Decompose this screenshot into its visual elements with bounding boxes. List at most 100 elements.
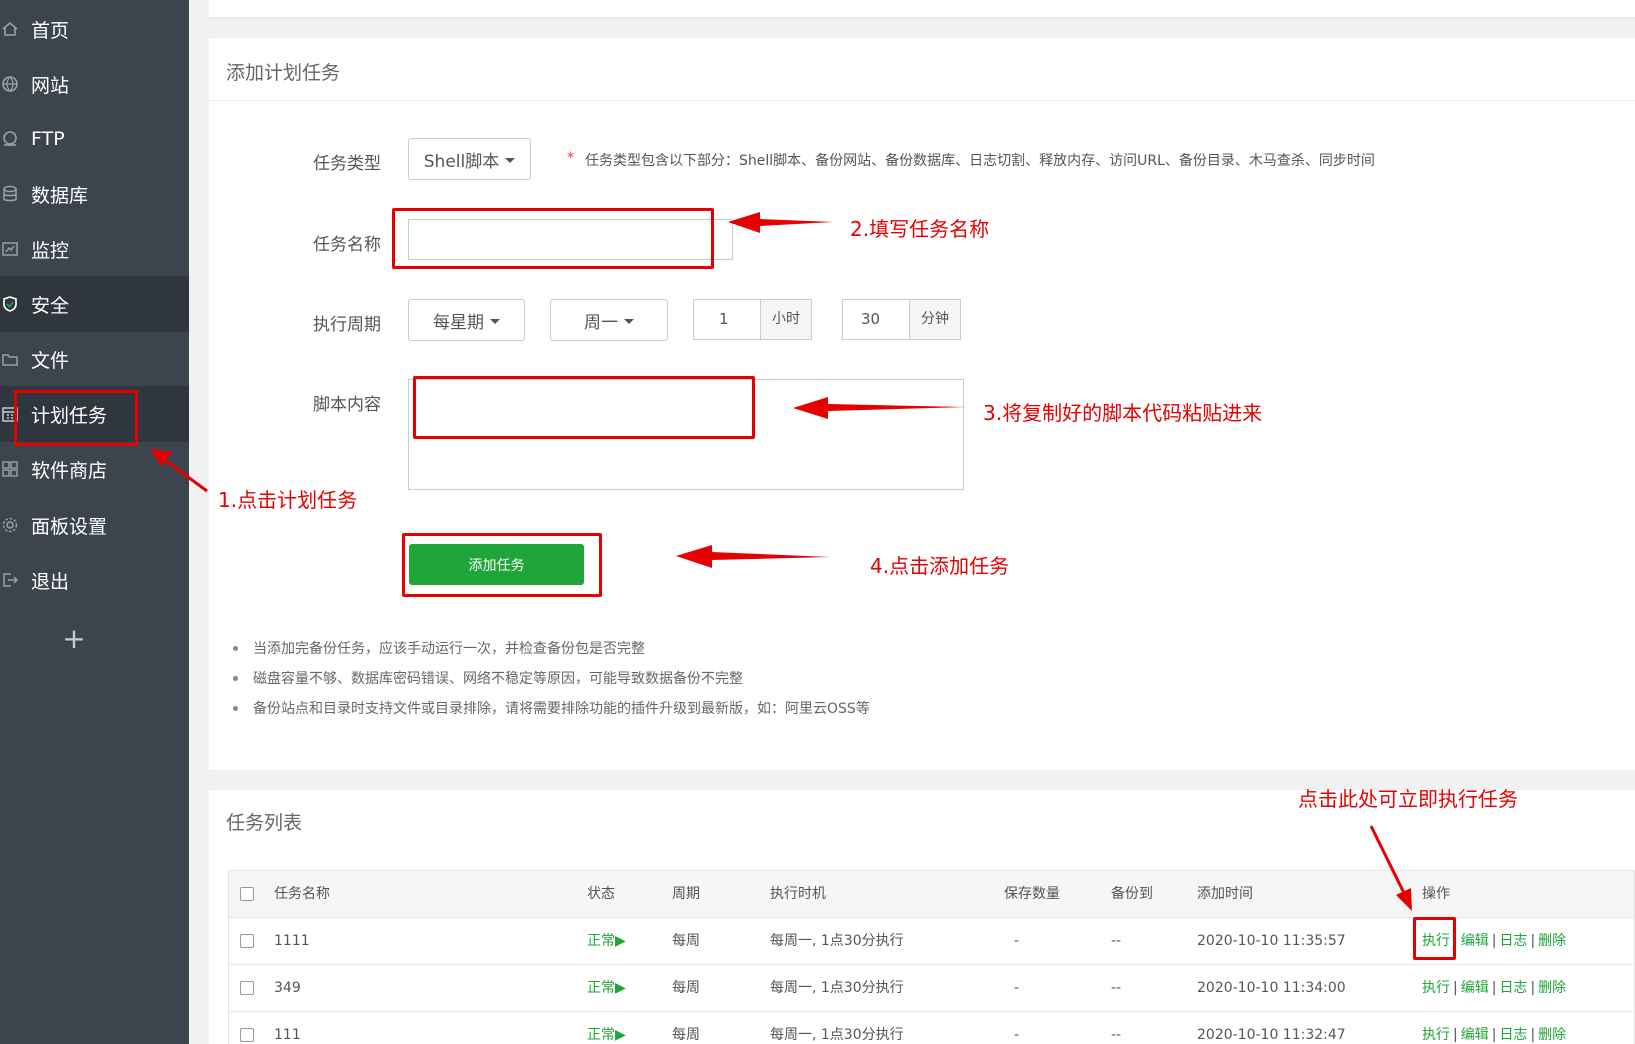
caret-down-icon xyxy=(505,157,516,163)
hour-input[interactable]: 1 xyxy=(694,300,761,339)
sidebar-item-label: FTP xyxy=(31,128,65,150)
added-time-cell: 2020-10-10 11:35:57 xyxy=(1197,933,1346,949)
separator: | xyxy=(1530,980,1536,996)
hour-unit: 小时 xyxy=(761,300,811,339)
logout-icon xyxy=(0,570,20,590)
script-label: 脚本内容 xyxy=(313,395,381,415)
shield-icon xyxy=(0,294,20,314)
row-checkbox[interactable] xyxy=(240,1028,254,1042)
sidebar-item-database[interactable]: 数据库 xyxy=(0,166,189,222)
annotation-box-cron-menu xyxy=(14,390,138,446)
run-link[interactable]: 执行 xyxy=(1422,1027,1450,1043)
timing-cell: 每周一, 1点30分执行 xyxy=(770,980,904,996)
column-header: 周期 xyxy=(672,886,700,902)
annotation-step4: 4.点击添加任务 xyxy=(870,554,1010,578)
status-cell[interactable]: 正常▶ xyxy=(587,965,626,1011)
timing-cell: 每周一, 1点30分执行 xyxy=(770,1027,904,1043)
minute-input[interactable]: 30 xyxy=(843,300,910,339)
log-link[interactable]: 日志 xyxy=(1499,1027,1527,1043)
annotation-box-script xyxy=(413,376,755,439)
edit-link[interactable]: 编辑 xyxy=(1461,1027,1489,1043)
table-row: 349 正常▶ 每周 每周一, 1点30分执行 - -- 2020-10-10 … xyxy=(229,965,1634,1012)
task-type-value: Shell脚本 xyxy=(423,151,500,172)
sidebar-item-home[interactable]: 首页 xyxy=(0,1,189,57)
sidebar-item-label: 软件商店 xyxy=(31,459,108,482)
log-link[interactable]: 日志 xyxy=(1499,933,1527,949)
period-select[interactable]: 每星期 xyxy=(408,299,525,341)
sidebar-item-website[interactable]: 网站 xyxy=(0,56,189,112)
sidebar-item-label: 首页 xyxy=(31,19,70,42)
row-checkbox[interactable] xyxy=(240,934,254,948)
delete-link[interactable]: 删除 xyxy=(1538,980,1566,996)
status-cell[interactable]: 正常▶ xyxy=(587,1012,626,1044)
sidebar-item-logout[interactable]: 退出 xyxy=(0,552,189,608)
sidebar: 首页 网站 FTP 数据库 监控 安全 文件 计划任务 软件商店 面板设置 退出… xyxy=(0,0,189,1044)
sidebar-item-app-store[interactable]: 软件商店 xyxy=(0,441,189,497)
run-link[interactable]: 执行 xyxy=(1422,980,1450,996)
column-header: 操作 xyxy=(1422,886,1450,902)
annotation-step3: 3.将复制好的脚本代码粘贴进来 xyxy=(983,401,1263,425)
sidebar-item-label: 面板设置 xyxy=(31,515,108,538)
hour-input-group: 1 小时 xyxy=(693,299,812,340)
keep-cell: - xyxy=(1014,980,1020,996)
task-name-cell: 349 xyxy=(274,980,301,996)
sidebar-item-label: 退出 xyxy=(31,570,70,593)
annotation-box-run xyxy=(1413,917,1456,960)
sidebar-item-monitor[interactable]: 监控 xyxy=(0,221,189,277)
column-header: 任务名称 xyxy=(274,886,330,902)
column-header: 备份到 xyxy=(1111,886,1153,902)
status-cell[interactable]: 正常▶ xyxy=(587,918,626,964)
sidebar-item-label: 网站 xyxy=(31,74,70,97)
keep-cell: - xyxy=(1014,933,1020,949)
sidebar-item-security[interactable]: 安全 xyxy=(0,276,189,332)
annotation-box-submit xyxy=(402,533,602,597)
sidebar-item-panel-settings[interactable]: 面板设置 xyxy=(0,497,189,553)
panel-title: 添加计划任务 xyxy=(226,62,341,84)
separator: | xyxy=(1491,980,1497,996)
add-shortcut-button[interactable]: + xyxy=(62,625,86,653)
period-value: 每星期 xyxy=(433,312,484,333)
column-header: 执行时机 xyxy=(770,886,826,902)
required-star: * xyxy=(567,150,574,166)
edit-link[interactable]: 编辑 xyxy=(1461,933,1489,949)
task-name-cell: 111 xyxy=(274,1027,301,1043)
grid-icon xyxy=(0,459,20,479)
task-type-select[interactable]: Shell脚本 xyxy=(408,138,531,180)
select-all-checkbox[interactable] xyxy=(240,887,254,901)
task-name-label: 任务名称 xyxy=(313,235,381,255)
top-panel-edge xyxy=(209,0,1635,18)
caret-down-icon xyxy=(624,318,634,324)
annotation-run-hint: 点击此处可立即执行任务 xyxy=(1298,787,1518,811)
tips-list: 当添加完备份任务，应该手动运行一次，并检查备份包是否完整 磁盘容量不够、数据库密… xyxy=(233,638,870,728)
annotation-box-task-name xyxy=(392,208,714,269)
globe-icon xyxy=(0,74,20,94)
task-type-label: 任务类型 xyxy=(313,154,381,174)
column-header: 状态 xyxy=(587,886,615,902)
home-icon xyxy=(0,19,20,39)
separator: | xyxy=(1491,933,1497,949)
delete-link[interactable]: 删除 xyxy=(1538,933,1566,949)
weekday-select[interactable]: 周一 xyxy=(550,299,668,341)
sidebar-item-label: 安全 xyxy=(31,294,70,317)
actions-cell: 执行 | 编辑 | 日志 | 删除 xyxy=(1422,1012,1566,1044)
sidebar-item-files[interactable]: 文件 xyxy=(0,331,189,387)
gear-icon xyxy=(0,515,20,535)
task-type-note: 任务类型包含以下部分：Shell脚本、备份网站、备份数据库、日志切割、释放内存、… xyxy=(585,153,1375,169)
cycle-cell: 每周 xyxy=(672,980,700,996)
separator: | xyxy=(1453,1027,1458,1043)
separator: | xyxy=(1453,980,1458,996)
ftp-icon xyxy=(0,129,20,149)
folder-icon xyxy=(0,349,20,369)
tip-item: 磁盘容量不够、数据库密码错误、网络不稳定等原因，可能导致数据备份不完整 xyxy=(233,668,870,698)
log-link[interactable]: 日志 xyxy=(1499,980,1527,996)
timing-cell: 每周一, 1点30分执行 xyxy=(770,933,904,949)
actions-cell: 执行 | 编辑 | 日志 | 删除 xyxy=(1422,965,1566,1011)
separator: | xyxy=(1530,933,1536,949)
row-checkbox[interactable] xyxy=(240,981,254,995)
edit-link[interactable]: 编辑 xyxy=(1461,980,1489,996)
divider xyxy=(209,100,1635,101)
separator: | xyxy=(1491,1027,1497,1043)
sidebar-item-ftp[interactable]: FTP xyxy=(0,111,189,167)
tip-item: 备份站点和目录时支持文件或目录排除，请将需要排除功能的插件升级到最新版，如：阿里… xyxy=(233,698,870,728)
delete-link[interactable]: 删除 xyxy=(1538,1027,1566,1043)
